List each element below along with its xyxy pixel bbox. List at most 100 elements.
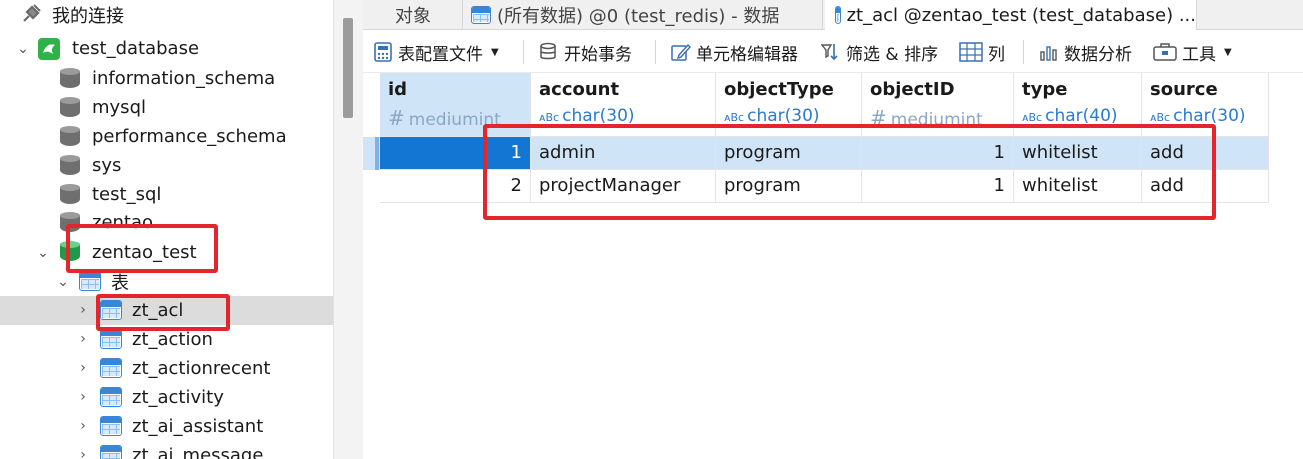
tools-label: 工具	[1182, 44, 1216, 65]
table-icon	[100, 416, 122, 438]
columns-button[interactable]: 列	[959, 39, 1005, 65]
tree-item-zt-activity[interactable]: › zt_activity	[0, 383, 333, 412]
column-type-text: char(30)	[747, 106, 820, 126]
my-connections-header[interactable]: 我的连接	[0, 0, 333, 29]
chevron-right-icon[interactable]: ›	[76, 303, 90, 317]
tree-item-label: test_sql	[92, 184, 162, 205]
database-icon	[60, 68, 82, 90]
sidebar-scrollbar[interactable]	[333, 0, 363, 459]
toolbar-divider	[655, 40, 656, 64]
bar-chart-icon	[1039, 42, 1059, 62]
tree-item-label: zt_actionrecent	[132, 358, 271, 379]
begin-transaction-label: 开始事务	[564, 44, 632, 65]
tree-item-label: zt_action	[132, 329, 213, 350]
chevron-down-icon[interactable]: ⌄	[56, 275, 70, 289]
tab-label: (所有数据) @0 (test_redis) - 数据	[497, 6, 780, 27]
tab-label: zt_acl @zentao_test (test_database) ...	[846, 4, 1196, 26]
tree-item-sys[interactable]: sys	[0, 151, 333, 180]
edit-pencil-icon	[671, 42, 691, 62]
filter-sort-label: 筛选 & 排序	[846, 44, 939, 65]
chevron-right-icon[interactable]: ›	[76, 361, 90, 375]
tree-item-label: mysql	[92, 97, 146, 118]
scrollbar-thumb[interactable]	[343, 18, 353, 118]
column-type-text: char(30)	[562, 106, 635, 126]
tab-zt-acl[interactable]: zt_acl @zentao_test (test_database) ...	[825, 0, 1197, 30]
columns-label: 列	[988, 44, 1005, 65]
caret-down-icon: ▼	[1224, 46, 1232, 58]
column-name: objectID	[870, 79, 955, 100]
tree-item-zt-actionrecent[interactable]: › zt_actionrecent	[0, 354, 333, 383]
data-analysis-label: 数据分析	[1064, 44, 1132, 65]
tree-item-label: performance_schema	[92, 126, 287, 147]
filter-icon	[820, 42, 841, 62]
tree-item-test-database[interactable]: ⌄ test_database	[0, 34, 333, 63]
column-name: type	[1022, 79, 1068, 100]
calculator-icon	[373, 42, 393, 62]
database-icon	[60, 97, 82, 119]
my-connections-label: 我的连接	[52, 5, 124, 27]
chevron-down-icon[interactable]: ⌄	[36, 246, 50, 260]
toolbox-icon	[1153, 42, 1177, 62]
connection-plug-icon	[20, 3, 42, 25]
database-icon	[60, 155, 82, 177]
tools-button[interactable]: 工具 ▼	[1153, 39, 1232, 65]
tree-item-test-sql[interactable]: test_sql	[0, 180, 333, 209]
tree-item-label: test_database	[72, 38, 200, 59]
table-config-label: 表配置文件	[398, 44, 483, 65]
table-config-button[interactable]: 表配置文件 ▼	[373, 39, 499, 65]
string-type-icon: ᴀBc	[1150, 111, 1171, 124]
table-icon	[100, 445, 122, 459]
string-type-icon: ᴀBc	[724, 111, 745, 124]
annotation-box-table	[96, 294, 230, 331]
data-toolbar: 表配置文件 ▼ 开始事务 单元格编辑器 筛选 & 排序 列 数据分析 工具 ▼	[363, 31, 1303, 73]
database-icon	[60, 126, 82, 148]
cell-editor-button[interactable]: 单元格编辑器	[671, 39, 798, 65]
chevron-right-icon[interactable]: ›	[76, 419, 90, 433]
data-analysis-button[interactable]: 数据分析	[1039, 39, 1132, 65]
columns-grid-icon	[959, 42, 983, 62]
mysql-connection-icon	[38, 38, 60, 60]
column-name: objectType	[724, 79, 834, 100]
column-type: ᴀBc char(30)	[724, 106, 820, 126]
table-icon	[100, 329, 122, 351]
chevron-down-icon[interactable]: ⌄	[16, 42, 30, 56]
begin-transaction-button[interactable]: 开始事务	[539, 39, 632, 65]
string-type-icon: ᴀBc	[539, 111, 560, 124]
table-icon	[471, 6, 491, 24]
annotation-box-rows	[483, 124, 1216, 220]
tree-item-label: information_schema	[92, 68, 276, 89]
column-type: ᴀBc char(40)	[1022, 106, 1118, 126]
cell-editor-label: 单元格编辑器	[696, 44, 798, 65]
tree-item-information-schema[interactable]: information_schema	[0, 64, 333, 93]
tree-item-zt-ai-message[interactable]: › zt_ai_message	[0, 441, 333, 459]
toolbar-divider	[523, 40, 524, 64]
tab-all-data-redis[interactable]: (所有数据) @0 (test_redis) - 数据	[463, 0, 823, 30]
toolbar-divider	[1023, 40, 1024, 64]
column-type-text: char(40)	[1045, 106, 1118, 126]
tree-item-zt-ai-assistant[interactable]: › zt_ai_assistant	[0, 412, 333, 441]
filter-sort-button[interactable]: 筛选 & 排序	[820, 39, 939, 65]
table-icon	[100, 387, 122, 409]
column-name: id	[388, 79, 408, 100]
tab-label: 对象	[395, 6, 431, 27]
tree-item-label: sys	[92, 155, 122, 176]
column-type: ᴀBc char(30)	[1150, 106, 1246, 126]
database-transaction-icon	[539, 42, 559, 62]
tree-item-performance-schema[interactable]: performance_schema	[0, 122, 333, 151]
string-type-icon: ᴀBc	[1022, 111, 1043, 124]
chevron-right-icon[interactable]: ›	[76, 332, 90, 346]
database-icon	[60, 184, 82, 206]
tree-item-mysql[interactable]: mysql	[0, 93, 333, 122]
tree-item-label: zt_ai_assistant	[132, 416, 264, 437]
caret-down-icon: ▼	[491, 46, 499, 58]
table-icon	[100, 358, 122, 380]
column-type-text: char(30)	[1173, 106, 1246, 126]
chevron-right-icon[interactable]: ›	[76, 390, 90, 404]
navicat-window: 我的连接 ⌄ test_database information_schema …	[0, 0, 1303, 459]
tab-objects[interactable]: 对象	[363, 0, 463, 30]
chevron-right-icon[interactable]: ›	[76, 448, 90, 459]
table-icon	[835, 6, 841, 24]
column-type: ᴀBc char(30)	[539, 106, 635, 126]
number-type-icon: #	[388, 106, 405, 130]
annotation-box-database	[66, 224, 218, 273]
